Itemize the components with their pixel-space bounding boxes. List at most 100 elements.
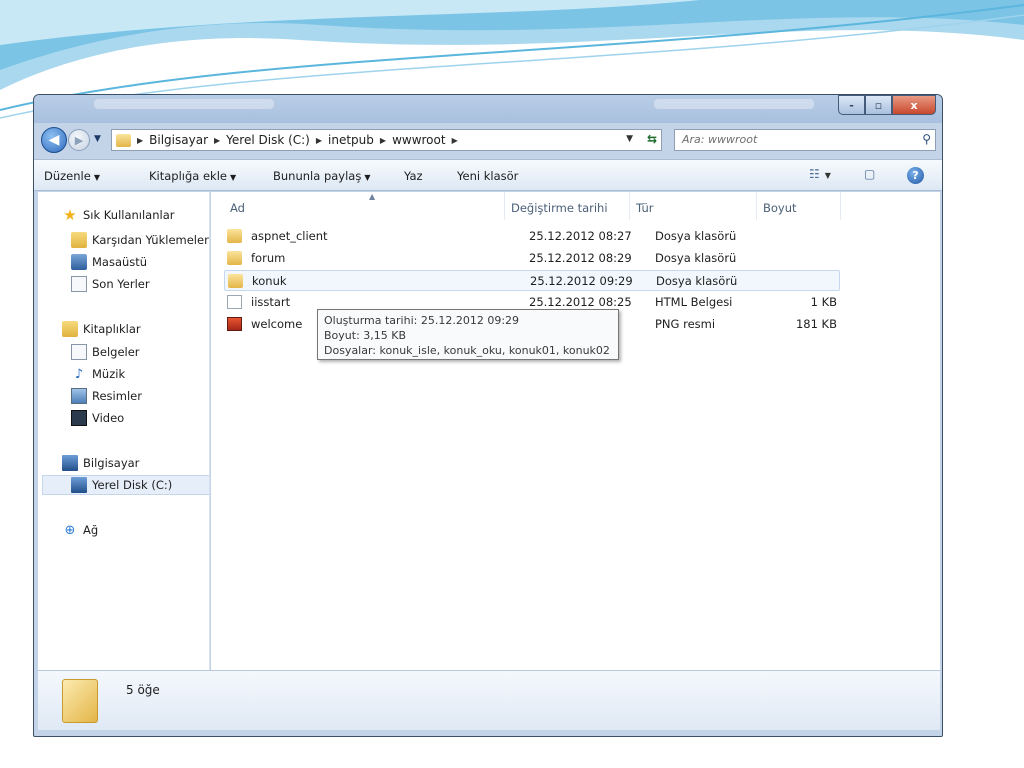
recent-pages-dropdown[interactable]: ▼	[94, 134, 101, 144]
sidebar-item-label: Karşıdan Yüklemeler	[92, 233, 209, 247]
details-pane: 5 öğe	[38, 670, 940, 730]
item-count: 5 öğe	[126, 683, 160, 697]
breadcrumb-separator-icon[interactable]: ▶	[137, 136, 143, 145]
file-name: aspnet_client	[251, 229, 328, 243]
folder-icon	[62, 679, 98, 723]
breadcrumb-bilgisayar[interactable]: Bilgisayar	[149, 133, 208, 147]
file-modified: 25.12.2012 09:29	[530, 274, 633, 288]
close-button[interactable]: x	[892, 95, 936, 115]
breadcrumb-local-disk[interactable]: Yerel Disk (C:)	[226, 133, 310, 147]
tooltip-files: Dosyalar: konuk_isle, konuk_oku, konuk01…	[324, 344, 610, 357]
file-name: welcome	[251, 317, 303, 331]
breadcrumb-separator-icon[interactable]: ▶	[452, 136, 458, 145]
sidebar-item-downloads[interactable]: Karşıdan Yüklemeler	[71, 230, 209, 250]
organize-menu[interactable]: Düzenle ▼	[44, 169, 100, 183]
address-row: ◀ ▶ ▼ ▶ Bilgisayar ▶ Yerel Disk (C:) ▶ i…	[34, 123, 942, 157]
column-header-modified[interactable]: Değiştirme tarihi	[505, 192, 630, 220]
address-history-dropdown[interactable]: ▼	[626, 134, 633, 144]
new-folder-button[interactable]: Yeni klasör	[457, 169, 518, 183]
sidebar-item-label: Son Yerler	[92, 277, 150, 291]
add-to-library-label: Kitaplığa ekle	[149, 169, 227, 183]
sidebar-item-libraries[interactable]: Kitaplıklar	[62, 319, 141, 339]
navigation-pane: ★ Sık Kullanılanlar Karşıdan Yüklemeler …	[38, 192, 210, 670]
view-options-icon: ☷	[809, 167, 820, 181]
sidebar-item-label: Bilgisayar	[83, 456, 140, 470]
chevron-down-icon: ▼	[230, 173, 237, 182]
table-row-hovered[interactable]: konuk 25.12.2012 09:29 Dosya klasörü	[224, 270, 840, 291]
folder-icon	[116, 133, 131, 147]
sidebar-item-label: Kitaplıklar	[83, 322, 141, 336]
music-note-icon: ♪	[74, 366, 84, 382]
sidebar-item-label: Masaüstü	[92, 255, 148, 269]
column-header-type[interactable]: Tür	[630, 192, 757, 220]
search-icon[interactable]: ⚲	[922, 132, 931, 146]
hard-drive-icon	[71, 477, 87, 493]
table-row[interactable]: forum 25.12.2012 08:29 Dosya klasörü	[224, 248, 840, 269]
minimize-button[interactable]: -	[838, 95, 865, 115]
new-folder-label: Yeni klasör	[457, 169, 519, 183]
sort-ascending-icon: ▲	[369, 192, 376, 201]
pictures-icon	[71, 388, 87, 404]
column-header-size[interactable]: Boyut	[757, 192, 841, 220]
breadcrumb-separator-icon[interactable]: ▶	[316, 136, 322, 145]
sidebar-item-recent-places[interactable]: Son Yerler	[71, 274, 150, 294]
breadcrumb-wwwroot[interactable]: wwwroot	[392, 133, 446, 147]
file-name: konuk	[252, 274, 287, 288]
chevron-down-icon: ▼	[824, 171, 831, 180]
file-modified: 25.12.2012 08:27	[529, 229, 632, 243]
preview-pane-button[interactable]: ▢	[864, 167, 875, 181]
add-to-library-menu[interactable]: Kitaplığa ekle ▼	[149, 169, 236, 183]
caption-buttons: - ▫ x	[838, 95, 936, 115]
arrow-right-icon: ▶	[74, 133, 84, 147]
sidebar-item-local-disk[interactable]: Yerel Disk (C:)	[42, 475, 209, 495]
back-button[interactable]: ◀	[41, 127, 67, 153]
file-type: PNG resmi	[655, 317, 716, 331]
html-file-icon	[227, 295, 242, 309]
documents-icon	[71, 344, 87, 360]
tooltip-created: Oluşturma tarihi: 25.12.2012 09:29	[324, 314, 520, 327]
tooltip-size: Boyut: 3,15 KB	[324, 329, 407, 342]
command-bar: Düzenle ▼ Kitaplığa ekle ▼ Bununla paylaş ▼…	[34, 159, 942, 191]
folder-icon	[228, 274, 243, 288]
file-name: iisstart	[251, 295, 291, 309]
folder-info-tooltip: Oluşturma tarihi: 25.12.2012 09:29 Boyut…	[317, 309, 619, 360]
file-type: Dosya klasörü	[655, 251, 737, 265]
chevron-down-icon: ▼	[364, 173, 371, 182]
video-icon	[71, 410, 87, 426]
png-file-icon	[227, 317, 242, 331]
change-view-button[interactable]: ☷ ▼	[809, 167, 831, 181]
burn-label: Yaz	[404, 169, 423, 183]
organize-label: Düzenle	[44, 169, 91, 183]
maximize-button[interactable]: ▫	[865, 95, 892, 115]
sidebar-item-desktop[interactable]: Masaüstü	[71, 252, 147, 272]
breadcrumb-separator-icon[interactable]: ▶	[380, 136, 386, 145]
share-with-menu[interactable]: Bununla paylaş ▼	[273, 169, 370, 183]
sidebar-item-music[interactable]: ♪ Müzik	[71, 364, 125, 384]
sidebar-item-video[interactable]: Video	[71, 408, 124, 428]
file-type: Dosya klasörü	[655, 229, 737, 243]
burn-button[interactable]: Yaz	[404, 169, 423, 183]
help-icon: ?	[912, 169, 919, 182]
sidebar-item-label: Müzik	[92, 367, 126, 381]
refresh-icon[interactable]: ⇆	[647, 132, 657, 146]
sidebar-item-documents[interactable]: Belgeler	[71, 342, 140, 362]
sidebar-item-computer[interactable]: Bilgisayar	[62, 453, 139, 473]
help-button[interactable]: ?	[907, 167, 924, 184]
star-icon: ★	[63, 206, 77, 224]
forward-button[interactable]: ▶	[68, 129, 90, 151]
share-with-label: Bununla paylaş	[273, 169, 362, 183]
sidebar-item-pictures[interactable]: Resimler	[71, 386, 142, 406]
breadcrumb-separator-icon[interactable]: ▶	[214, 136, 220, 145]
sidebar-item-label: Belgeler	[92, 345, 140, 359]
table-row[interactable]: aspnet_client 25.12.2012 08:27 Dosya kla…	[224, 226, 840, 247]
sidebar-item-network[interactable]: ⊕ Ağ	[62, 520, 99, 540]
column-header-name[interactable]: Ad ▲	[224, 192, 505, 220]
sidebar-item-label: Sık Kullanılanlar	[83, 208, 175, 222]
title-bar[interactable]: - ▫ x	[34, 95, 942, 123]
file-modified: 25.12.2012 08:29	[529, 251, 632, 265]
breadcrumb-inetpub[interactable]: inetpub	[328, 133, 374, 147]
sidebar-item-favorites[interactable]: ★ Sık Kullanılanlar	[62, 205, 175, 225]
search-input[interactable]: Ara: wwwroot ⚲	[674, 129, 936, 151]
address-bar[interactable]: ▶ Bilgisayar ▶ Yerel Disk (C:) ▶ inetpub…	[111, 129, 662, 151]
file-list: Ad ▲ Değiştirme tarihi Tür Boyut aspnet_…	[211, 192, 940, 670]
